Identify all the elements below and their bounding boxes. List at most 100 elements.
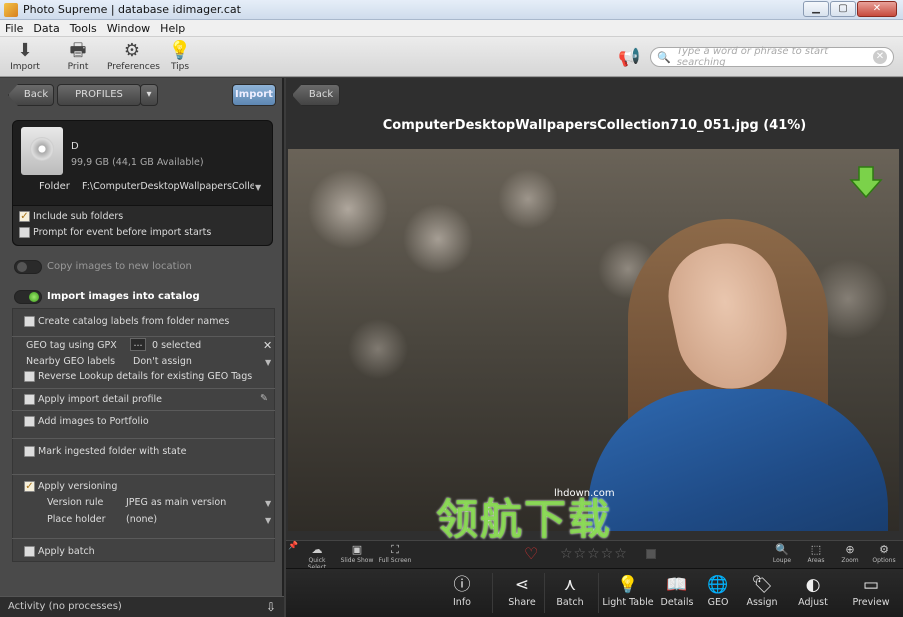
gpx-selected: 0 selected [152, 340, 202, 351]
place-holder-dropdown-icon[interactable]: ▼ [265, 516, 271, 525]
import-catalog-toggle[interactable] [14, 290, 42, 304]
loupe-button[interactable]: 🔍 Loupe [768, 543, 796, 564]
folder-dropdown-icon[interactable]: ▼ [255, 183, 261, 192]
apply-versioning-label: Apply versioning [38, 481, 118, 492]
left-import-button[interactable]: Import [232, 84, 276, 106]
light-table-label: Light Table [602, 597, 654, 608]
left-back-button[interactable]: Back [8, 84, 54, 106]
mark-folder-checkbox[interactable] [24, 446, 35, 457]
slideshow-icon: ▣ [351, 543, 363, 556]
menu-tools[interactable]: Tools [65, 22, 102, 35]
adjust-button[interactable]: ◐ Adjust [789, 573, 837, 608]
share-label: Share [508, 597, 536, 608]
zoom-button[interactable]: ⊕ Zoom [836, 543, 864, 564]
info-button[interactable]: ⓘ Info [434, 573, 490, 608]
download-arrow-icon[interactable] [849, 165, 883, 199]
import-catalog-label: Import images into catalog [47, 291, 200, 302]
pin-icon[interactable]: 📌 [288, 541, 298, 550]
geo-tag-label: GEO tag using GPX [26, 340, 117, 351]
prompt-event-checkbox[interactable] [19, 227, 30, 238]
nearby-geo-dropdown-icon[interactable]: ▼ [265, 358, 271, 367]
search-input[interactable]: 🔍 Type a word or phrase to start searchi… [650, 46, 894, 68]
download-icon: ⬇ [17, 40, 33, 61]
preferences-tool-button[interactable]: ⚙ Preferences [107, 40, 160, 72]
slide-show-button[interactable]: ▣ Slide Show [340, 543, 374, 564]
import-tool-label: Import [10, 62, 40, 72]
close-button[interactable]: ✕ [857, 1, 897, 17]
apply-batch-checkbox[interactable] [24, 546, 35, 557]
include-sub-checkbox[interactable]: ✓ [19, 211, 30, 222]
batch-button[interactable]: ⋏ Batch [542, 573, 598, 608]
preview-label: Preview [852, 597, 890, 608]
image-title: ComputerDesktopWallpapersCollection710_0… [382, 118, 807, 133]
app-icon [4, 2, 18, 17]
megaphone-icon[interactable]: 📢 [618, 47, 640, 68]
gear-icon: ⚙ [123, 40, 141, 61]
import-tool-button[interactable]: ⬇ Import [0, 40, 50, 72]
version-rule-label: Version rule [47, 497, 104, 508]
reverse-lookup-checkbox[interactable] [24, 371, 35, 382]
geo-label: GEO [707, 597, 729, 608]
apply-profile-checkbox[interactable] [24, 394, 35, 405]
assign-button[interactable]: 🏷 Assign [738, 573, 786, 608]
version-rule-select[interactable]: JPEG as main version [126, 497, 226, 508]
heart-icon[interactable]: ♡ [524, 544, 538, 563]
copy-images-label: Copy images to new location [47, 261, 192, 272]
right-back-button[interactable]: Back [292, 84, 340, 106]
import-panel: Back PROFILES ▾ Import D 99,9 GB (44,1 G… [0, 78, 284, 617]
full-screen-button[interactable]: ⛶ Full Screen [378, 543, 412, 564]
menu-help[interactable]: Help [155, 22, 190, 35]
print-tool-button[interactable]: 🖶 Print [53, 40, 103, 72]
profiles-button[interactable]: PROFILES [57, 84, 141, 106]
search-icon: 🔍 [657, 50, 671, 64]
viewer-toolbar: 📌 ☁ Quick Select ▣ Slide Show ⛶ Full Scr… [286, 540, 903, 571]
hard-drive-icon [21, 127, 63, 175]
mark-folder-label: Mark ingested folder with state [38, 446, 187, 457]
folder-select[interactable]: F:\ComputerDesktopWallpapersCollection [82, 181, 254, 192]
menu-data[interactable]: Data [28, 22, 64, 35]
adjust-icon: ◐ [805, 575, 821, 595]
window-title: Photo Supreme | database idimager.cat [23, 3, 241, 16]
maximize-button[interactable]: ▢ [830, 1, 856, 17]
menu-file[interactable]: File [0, 22, 28, 35]
gpx-browse-button[interactable]: ... [130, 338, 146, 351]
activity-expand-icon[interactable]: ⇩ [266, 600, 276, 614]
folder-label: Folder [39, 181, 70, 192]
drive-name: D [71, 141, 79, 152]
add-portfolio-checkbox[interactable] [24, 416, 35, 427]
action-bar: ⓘ Info ⋖ Share ⋏ Batch 💡 Light Table 📖 D… [286, 568, 903, 617]
options-button[interactable]: ⚙ Options [870, 543, 898, 564]
edit-profile-icon[interactable]: ✎ [260, 393, 268, 404]
quick-select-button[interactable]: ☁ Quick Select [300, 543, 334, 571]
minimize-button[interactable]: ▁ [803, 1, 829, 17]
color-label-square[interactable] [646, 549, 656, 559]
preview-button[interactable]: ▭ Preview [844, 573, 898, 608]
apply-batch-label: Apply batch [38, 546, 95, 557]
quick-select-icon: ☁ [311, 543, 323, 556]
add-portfolio-label: Add images to Portfolio [38, 416, 149, 427]
light-table-button[interactable]: 💡 Light Table [600, 573, 656, 608]
rating-stars[interactable]: ☆☆☆☆☆ [560, 546, 628, 562]
batch-icon: ⋏ [563, 575, 577, 595]
clear-gpx-icon[interactable]: ✕ [263, 339, 272, 352]
zoom-label: Zoom [841, 557, 859, 564]
preferences-tool-label: Preferences [107, 62, 160, 72]
menu-window[interactable]: Window [102, 22, 155, 35]
place-holder-select[interactable]: (none) [126, 514, 157, 525]
full-screen-label: Full Screen [378, 557, 412, 564]
nearby-geo-select[interactable]: Don't assign [133, 356, 192, 367]
magnifier-icon: 🔍 [775, 543, 789, 556]
tips-tool-button[interactable]: 💡 Tips [155, 40, 205, 72]
apply-versioning-checkbox[interactable]: ✓ [24, 481, 35, 492]
clear-search-icon[interactable]: ✕ [873, 50, 887, 64]
copy-images-toggle[interactable] [14, 260, 42, 274]
create-labels-checkbox[interactable] [24, 316, 35, 327]
profiles-dropdown[interactable]: ▾ [140, 84, 158, 106]
light-bulb-icon: 💡 [617, 575, 639, 595]
main-toolbar: ⬇ Import 🖶 Print ⚙ Preferences 💡 Tips 📢 … [0, 37, 903, 77]
photo-preview[interactable] [288, 149, 899, 531]
geo-button[interactable]: 🌐 GEO [696, 573, 740, 608]
areas-button[interactable]: ⬚ Areas [802, 543, 830, 564]
gear-icon: ⚙ [879, 543, 889, 556]
version-rule-dropdown-icon[interactable]: ▼ [265, 499, 271, 508]
